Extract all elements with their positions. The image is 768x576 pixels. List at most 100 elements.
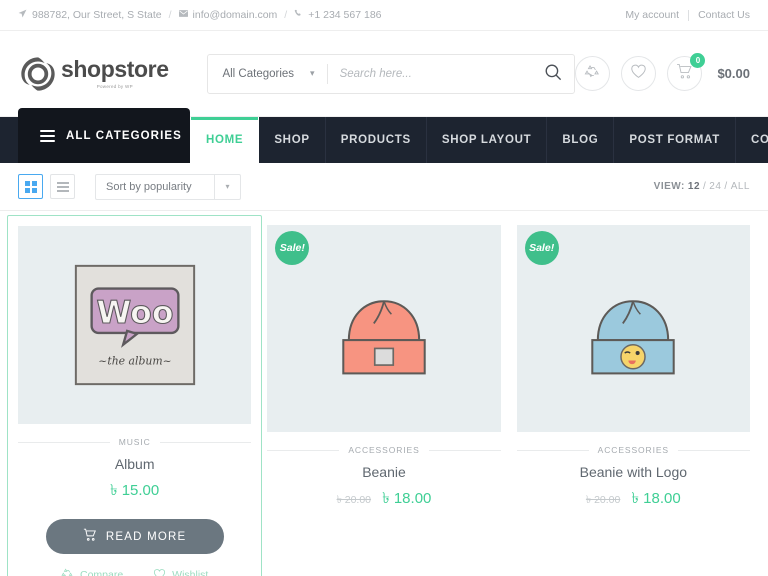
product-price-beanie-with-logo: ৳ 20.00 ৳ 18.00 — [517, 487, 750, 512]
all-categories-label: ALL CATEGORIES — [66, 130, 182, 142]
divider-left — [18, 442, 110, 443]
cart-count-badge: 0 — [690, 53, 705, 68]
product-category-row-beanie: ACCESSORIES — [267, 445, 500, 455]
product-card-beanie[interactable]: Sale! ACCESSORIES Beanie ৳ 20.00 ৳ 18.00 — [267, 225, 500, 576]
logo-text: shopstore — [61, 58, 169, 81]
compare-button[interactable] — [575, 56, 610, 91]
search-icon — [544, 63, 563, 85]
product-title-beanie[interactable]: Beanie — [267, 464, 500, 480]
cart-icon — [83, 528, 97, 545]
view-sep-1: / — [703, 181, 706, 192]
view-option-12[interactable]: 12 — [688, 181, 700, 192]
sort-select-label: Sort by popularity — [96, 181, 214, 193]
cart-icon — [676, 63, 693, 85]
product-price-beanie: ৳ 20.00 ৳ 18.00 — [267, 487, 500, 512]
list-view-icon — [57, 182, 69, 192]
nav-item-products[interactable]: PRODUCTS — [326, 117, 427, 163]
wishlist-button[interactable] — [621, 56, 656, 91]
email-item[interactable]: info@domain.com — [179, 9, 278, 21]
list-view-button[interactable] — [50, 174, 75, 199]
phone-icon — [294, 9, 303, 21]
top-bar: 988782, Our Street, S State / info@domai… — [0, 0, 768, 31]
contact-us-link[interactable]: Contact Us — [698, 9, 750, 21]
view-count-options: VIEW: 12 / 24 / ALL — [654, 181, 750, 192]
compare-link[interactable]: Compare — [61, 567, 123, 576]
view-sep-2: / — [724, 181, 727, 192]
phone-text: +1 234 567 186 — [308, 9, 381, 21]
search-input[interactable] — [328, 68, 533, 80]
heart-icon — [630, 63, 647, 84]
shop-toolbar: Sort by popularity ▾ VIEW: 12 / 24 / ALL — [0, 163, 768, 211]
product-title-album[interactable]: Album — [18, 456, 251, 472]
compare-icon — [584, 63, 601, 85]
product-image-album[interactable]: Woo ~the album~ — [18, 226, 251, 424]
logo[interactable]: shopstore Powered by WP — [18, 54, 189, 94]
link-divider — [688, 10, 689, 21]
view-option-24[interactable]: 24 — [709, 181, 721, 192]
product-category-beanie-with-logo[interactable]: ACCESSORIES — [598, 445, 669, 455]
nav-item-blog[interactable]: BLOG — [547, 117, 614, 163]
search-bar: All Categories ▾ — [207, 54, 575, 94]
product-current-price-album: ৳ 15.00 — [110, 482, 159, 499]
divider-right — [429, 450, 501, 451]
nav-item-contact-us[interactable]: CONTACT US — [736, 117, 768, 163]
cart-button[interactable]: 0 — [667, 56, 702, 91]
grid-view-button[interactable] — [18, 174, 43, 199]
wishlist-link[interactable]: Wishlist — [153, 567, 208, 576]
logo-tagline: Powered by WP — [61, 84, 169, 89]
compare-icon — [61, 567, 74, 576]
envelope-icon — [179, 10, 188, 20]
product-category-beanie[interactable]: ACCESSORIES — [348, 445, 419, 455]
divider-right — [678, 450, 750, 451]
nav-item-post-format[interactable]: POST FORMAT — [614, 117, 736, 163]
address-item: 988782, Our Street, S State — [18, 9, 162, 21]
main-navigation-bar: ALL CATEGORIES HOME SHOP PRODUCTS SHOP L… — [0, 117, 768, 163]
all-categories-button[interactable]: ALL CATEGORIES — [18, 108, 190, 163]
wishlist-label: Wishlist — [172, 569, 208, 576]
sort-select[interactable]: Sort by popularity ▾ — [95, 174, 241, 200]
my-account-link[interactable]: My account — [625, 9, 679, 21]
svg-text:~the album~: ~the album~ — [98, 354, 171, 367]
product-category-album[interactable]: MUSIC — [119, 437, 151, 447]
spiral-logo-icon — [18, 54, 58, 94]
site-header: shopstore Powered by WP All Categories ▾ — [0, 31, 768, 117]
heart-icon — [153, 568, 166, 576]
product-current-price-beanie-with-logo: ৳ 18.00 — [632, 490, 681, 507]
product-old-price-beanie-with-logo: ৳ 20.00 — [586, 494, 620, 506]
search-button[interactable] — [532, 55, 574, 93]
phone-item: +1 234 567 186 — [294, 9, 381, 21]
product-card-beanie-with-logo[interactable]: Sale! ACCESSORIES Beanie with Logo ৳ 20.… — [517, 225, 750, 576]
category-select[interactable]: All Categories ▾ — [208, 68, 326, 80]
product-grid: Woo ~the album~ MUSIC Album ৳ 15.00 READ… — [0, 211, 768, 576]
cart-total: $0.00 — [717, 66, 750, 81]
nav-item-shop[interactable]: SHOP — [259, 117, 325, 163]
top-bar-links: My account Contact Us — [625, 9, 750, 21]
svg-text:Woo: Woo — [96, 295, 173, 331]
category-select-label: All Categories — [222, 68, 294, 80]
chevron-down-icon: ▾ — [214, 175, 240, 199]
top-bar-contact-info: 988782, Our Street, S State / info@domai… — [18, 9, 625, 21]
grid-view-icon — [25, 181, 37, 193]
product-title-beanie-with-logo[interactable]: Beanie with Logo — [517, 464, 750, 480]
view-label: VIEW: — [654, 181, 685, 192]
email-text: info@domain.com — [193, 9, 278, 21]
nav-item-home[interactable]: HOME — [190, 117, 259, 163]
product-category-row-album: MUSIC — [18, 437, 251, 447]
divider-right — [160, 442, 252, 443]
sale-badge: Sale! — [525, 231, 559, 265]
chevron-down-icon: ▾ — [310, 68, 315, 79]
separator-2: / — [284, 9, 287, 21]
separator-1: / — [169, 9, 172, 21]
view-option-all[interactable]: ALL — [731, 181, 750, 192]
header-actions: 0 $0.00 — [575, 56, 750, 91]
product-card-album[interactable]: Woo ~the album~ MUSIC Album ৳ 15.00 READ… — [7, 215, 262, 576]
read-more-button[interactable]: READ MORE — [46, 519, 224, 554]
product-current-price-beanie: ৳ 18.00 — [382, 490, 431, 507]
nav-items: HOME SHOP PRODUCTS SHOP LAYOUT BLOG POST… — [190, 117, 768, 163]
address-text: 988782, Our Street, S State — [32, 9, 162, 21]
product-price-album: ৳ 15.00 — [18, 479, 251, 504]
product-old-price-beanie: ৳ 20.00 — [337, 494, 371, 506]
location-pin-icon — [18, 9, 27, 21]
nav-item-shop-layout[interactable]: SHOP LAYOUT — [427, 117, 548, 163]
product-category-row-beanie-with-logo: ACCESSORIES — [517, 445, 750, 455]
